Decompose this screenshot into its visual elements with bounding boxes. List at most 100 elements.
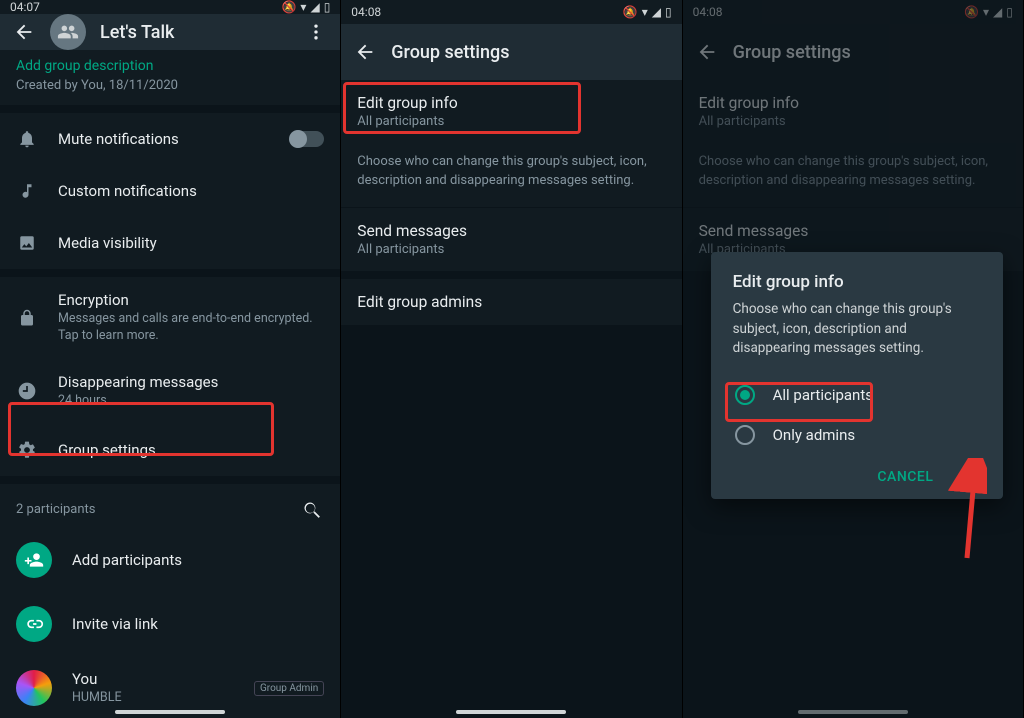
nav-indicator bbox=[798, 710, 908, 714]
app-bar: Group settings bbox=[683, 24, 1023, 80]
status-bar: 04:08 🔕 ▾ ◢ ▯ bbox=[683, 0, 1023, 24]
mute-icon: 🔕 bbox=[964, 5, 979, 19]
row-mute[interactable]: Mute notifications bbox=[0, 113, 340, 165]
nav-indicator bbox=[115, 710, 225, 714]
row-add-participants[interactable]: Add participants bbox=[0, 528, 340, 592]
status-time: 04:08 bbox=[693, 5, 723, 19]
back-icon[interactable] bbox=[353, 40, 377, 64]
admin-badge: Group Admin bbox=[254, 681, 324, 696]
link-icon bbox=[16, 606, 52, 642]
send-messages-sub: All participants bbox=[357, 242, 665, 257]
cancel-button[interactable]: CANCEL bbox=[877, 469, 933, 485]
wifi-icon: ▾ bbox=[642, 5, 648, 19]
status-icons: 🔕 ▾ ◢ ▯ bbox=[281, 0, 330, 14]
participants-header: 2 participants bbox=[0, 484, 340, 528]
back-icon[interactable] bbox=[695, 40, 719, 64]
timer-icon bbox=[16, 381, 38, 401]
mute-toggle[interactable] bbox=[290, 131, 324, 147]
radio-all-participants[interactable]: All participants bbox=[733, 375, 981, 415]
signal-icon: ◢ bbox=[310, 0, 319, 14]
add-person-icon bbox=[16, 542, 52, 578]
status-time: 04:07 bbox=[10, 0, 40, 14]
group-meta: Add group description Created by You, 18… bbox=[0, 50, 340, 105]
nav-indicator bbox=[456, 710, 566, 714]
mute-label: Mute notifications bbox=[58, 130, 270, 148]
edit-info-description: Choose who can change this group's subje… bbox=[341, 143, 681, 207]
lock-icon bbox=[16, 309, 38, 327]
back-icon[interactable] bbox=[12, 20, 36, 44]
status-icons: 🔕 ▾ ◢ ▯ bbox=[623, 5, 672, 19]
ok-button[interactable]: OK bbox=[961, 469, 981, 485]
disappearing-label: Disappearing messages bbox=[58, 373, 324, 391]
wifi-icon: ▾ bbox=[300, 0, 306, 14]
radio-label: Only admins bbox=[773, 426, 856, 444]
row-edit-group-info[interactable]: Edit group info All participants bbox=[341, 80, 681, 143]
custom-label: Custom notifications bbox=[58, 182, 324, 200]
row-participant-you[interactable]: You HUMBLE Group Admin bbox=[0, 656, 340, 718]
more-icon[interactable] bbox=[304, 20, 328, 44]
invite-label: Invite via link bbox=[72, 615, 324, 633]
row-encryption[interactable]: Encryption Messages and calls are end-to-… bbox=[0, 277, 340, 359]
edit-info-label: Edit group info bbox=[357, 94, 665, 112]
signal-icon: ◢ bbox=[993, 5, 1002, 19]
radio-label: All participants bbox=[773, 386, 873, 404]
dialog-title: Edit group info bbox=[733, 272, 981, 292]
row-edit-group-info: Edit group info All participants bbox=[683, 80, 1023, 143]
avatar bbox=[16, 670, 52, 706]
media-label: Media visibility bbox=[58, 234, 324, 252]
row-invite-link[interactable]: Invite via link bbox=[0, 592, 340, 656]
status-bar: 04:07 🔕 ▾ ◢ ▯ bbox=[0, 0, 340, 14]
mute-icon: 🔕 bbox=[281, 0, 296, 14]
send-messages-label: Send messages bbox=[699, 222, 1007, 240]
panel-group-settings: 04:08 🔕 ▾ ◢ ▯ Group settings Edit group … bbox=[341, 0, 682, 718]
battery-icon: ▯ bbox=[665, 5, 672, 19]
send-messages-label: Send messages bbox=[357, 222, 665, 240]
row-group-settings[interactable]: Group settings bbox=[0, 424, 340, 476]
participants-count: 2 participants bbox=[16, 502, 96, 517]
row-send-messages[interactable]: Send messages All participants bbox=[341, 208, 681, 271]
edit-info-sub: All participants bbox=[357, 114, 665, 129]
group-avatar-icon[interactable] bbox=[50, 14, 86, 50]
status-time: 04:08 bbox=[351, 5, 381, 19]
you-label: You bbox=[72, 670, 234, 688]
signal-icon: ◢ bbox=[652, 5, 661, 19]
group-title: Let's Talk bbox=[100, 22, 290, 43]
row-media-visibility[interactable]: Media visibility bbox=[0, 217, 340, 269]
row-disappearing[interactable]: Disappearing messages 24 hours bbox=[0, 359, 340, 424]
row-edit-admins[interactable]: Edit group admins bbox=[341, 279, 681, 325]
battery-icon: ▯ bbox=[324, 0, 331, 14]
edit-info-sub: All participants bbox=[699, 114, 1007, 129]
gear-icon bbox=[16, 440, 38, 460]
you-sub: HUMBLE bbox=[72, 690, 234, 707]
wifi-icon: ▾ bbox=[983, 5, 989, 19]
app-bar: Group settings bbox=[341, 24, 681, 80]
edit-info-description: Choose who can change this group's subje… bbox=[683, 143, 1023, 207]
encryption-sub: Messages and calls are end-to-end encryp… bbox=[58, 311, 324, 345]
row-custom-notifications[interactable]: Custom notifications bbox=[0, 165, 340, 217]
add-description-link[interactable]: Add group description bbox=[16, 58, 324, 74]
status-bar: 04:08 🔕 ▾ ◢ ▯ bbox=[341, 0, 681, 24]
page-title: Group settings bbox=[391, 42, 669, 63]
panel-dialog: 04:08 🔕 ▾ ◢ ▯ Group settings Edit group … bbox=[683, 0, 1024, 718]
page-title: Group settings bbox=[733, 42, 1011, 63]
radio-icon bbox=[735, 425, 755, 445]
dialog-edit-group-info: Edit group info Choose who can change th… bbox=[711, 252, 1003, 499]
group-settings-label: Group settings bbox=[58, 441, 324, 459]
battery-icon: ▯ bbox=[1006, 5, 1013, 19]
dialog-description: Choose who can change this group's subje… bbox=[733, 300, 981, 359]
bell-icon bbox=[16, 129, 38, 149]
edit-admins-label: Edit group admins bbox=[357, 293, 665, 311]
created-by: Created by You, 18/11/2020 bbox=[16, 78, 324, 93]
image-icon bbox=[16, 234, 38, 252]
radio-only-admins[interactable]: Only admins bbox=[733, 415, 981, 455]
note-icon bbox=[16, 182, 38, 200]
radio-icon bbox=[735, 385, 755, 405]
disappearing-sub: 24 hours bbox=[58, 393, 324, 410]
search-icon[interactable] bbox=[300, 498, 324, 522]
mute-icon: 🔕 bbox=[623, 5, 638, 19]
encryption-label: Encryption bbox=[58, 291, 324, 309]
panel-group-info: 04:07 🔕 ▾ ◢ ▯ Let's Talk Add group descr… bbox=[0, 0, 341, 718]
edit-info-label: Edit group info bbox=[699, 94, 1007, 112]
app-bar: Let's Talk bbox=[0, 14, 340, 50]
add-participants-label: Add participants bbox=[72, 551, 324, 569]
